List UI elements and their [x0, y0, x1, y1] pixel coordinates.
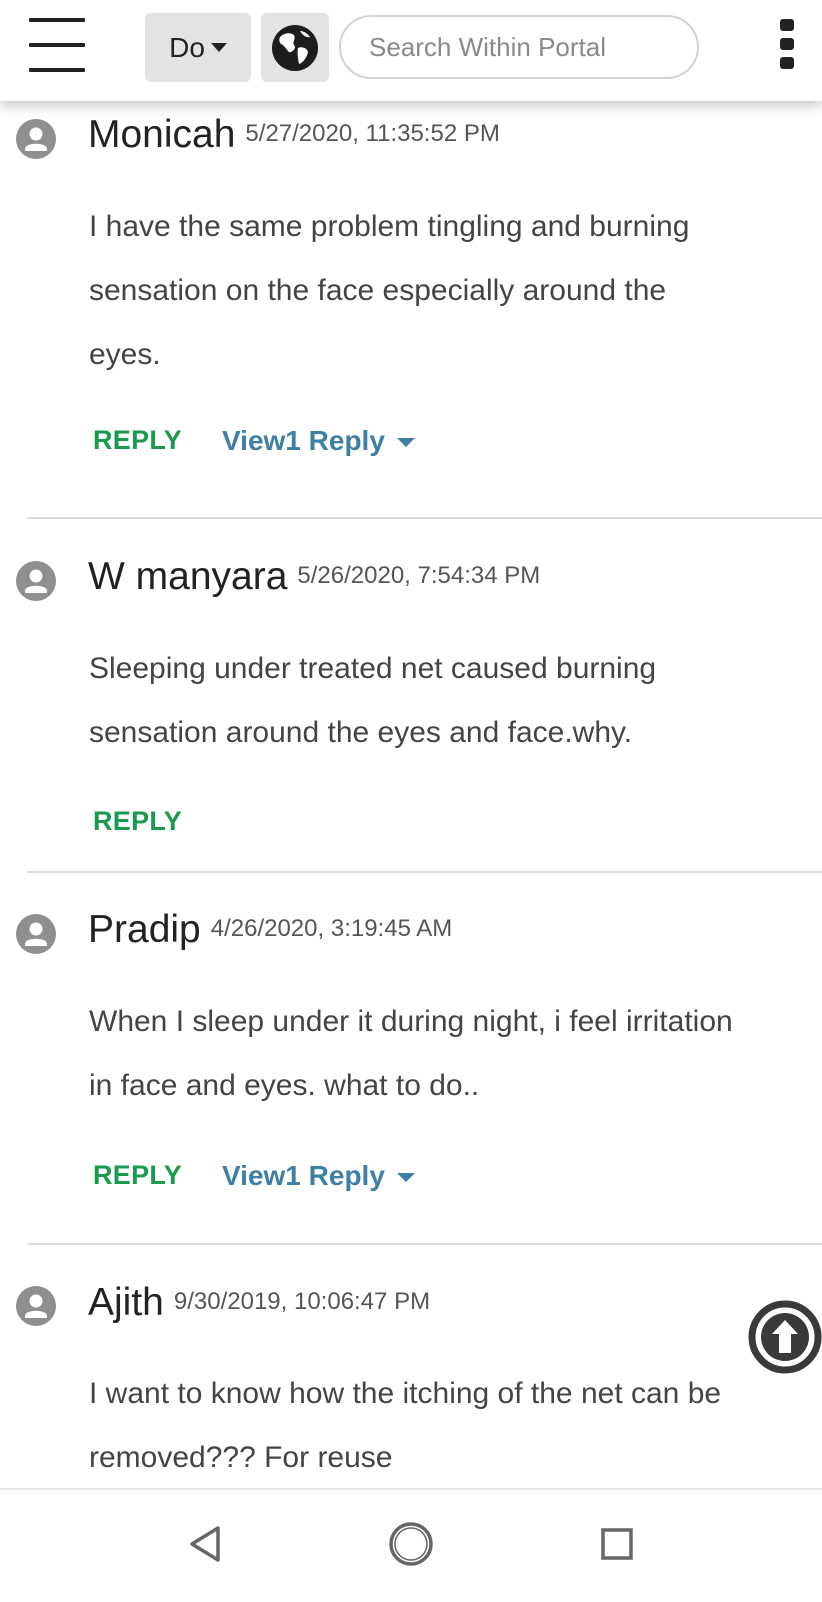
system-navigation-bar — [0, 1488, 822, 1602]
comment-date: 5/27/2020, 11:35:52 PM — [245, 120, 500, 147]
divider — [27, 871, 822, 873]
comment-line: sensation on the face especially around … — [89, 274, 667, 307]
comment-body: I want to know how the itching of the ne… — [89, 1362, 822, 1490]
comment-line: I want to know how the itching of the ne… — [89, 1377, 722, 1410]
view-replies-label: View1 Reply — [222, 1160, 385, 1191]
divider — [27, 1243, 822, 1245]
back-triangle-icon[interactable] — [178, 1516, 234, 1572]
hamburger-menu-icon[interactable] — [29, 18, 85, 72]
comment-body: I have the same problem tingling and bur… — [89, 195, 822, 387]
user-avatar-icon — [16, 561, 56, 601]
caret-down-icon — [396, 1173, 415, 1183]
comment-line: in face and eyes. what to do.. — [89, 1069, 480, 1102]
divider — [27, 517, 822, 519]
globe-icon — [272, 24, 318, 71]
comment-author: W manyara 5/26/2020, 7:54:34 PM — [88, 555, 540, 599]
comment-body: When I sleep under it during night, i fe… — [89, 990, 822, 1118]
globe-button[interactable] — [261, 13, 329, 82]
recent-apps-square-icon[interactable] — [589, 1516, 645, 1572]
comment-body: Sleeping under treated net caused burnin… — [89, 637, 822, 765]
search-input[interactable] — [339, 15, 699, 79]
comment-date: 9/30/2019, 10:06:47 PM — [173, 1288, 431, 1315]
language-dropdown-button[interactable]: Do — [145, 13, 251, 82]
view-replies-button[interactable]: View1 Reply — [222, 425, 415, 457]
author-name: Ajith — [88, 1281, 164, 1324]
user-avatar-icon — [16, 119, 56, 159]
home-circle-icon[interactable] — [383, 1516, 439, 1572]
chevron-down-icon — [210, 43, 227, 52]
user-avatar-icon — [16, 914, 56, 954]
comment-line: removed??? For reuse — [89, 1441, 393, 1474]
author-name: Pradip — [88, 908, 201, 951]
reply-button[interactable]: REPLY — [93, 1160, 182, 1191]
comment-line: When I sleep under it during night, i fe… — [89, 1005, 733, 1038]
comment-date: 5/26/2020, 7:54:34 PM — [297, 562, 541, 589]
comment-line: sensation around the eyes and face.why. — [89, 716, 633, 749]
author-name: W manyara — [88, 555, 288, 598]
arrow-up-circle-icon[interactable] — [748, 1300, 822, 1374]
author-name: Monicah — [88, 113, 236, 156]
comment-line: eyes. — [89, 338, 161, 371]
view-replies-label: View1 Reply — [222, 425, 385, 456]
comment-author: Pradip 4/26/2020, 3:19:45 AM — [88, 908, 452, 952]
comment-line: I have the same problem tingling and bur… — [89, 210, 690, 243]
comment-author: Ajith 9/30/2019, 10:06:47 PM — [88, 1281, 430, 1325]
comment-line: Sleeping under treated net caused burnin… — [89, 652, 657, 685]
reply-button[interactable]: REPLY — [93, 806, 182, 837]
view-replies-button[interactable]: View1 Reply — [222, 1160, 415, 1192]
top-header: Do — [0, 0, 822, 101]
user-avatar-icon — [16, 1286, 56, 1326]
comment-author: Monicah 5/27/2020, 11:35:52 PM — [88, 113, 500, 157]
caret-down-icon — [396, 438, 415, 448]
reply-button[interactable]: REPLY — [93, 425, 182, 456]
language-label: Do — [169, 31, 205, 63]
kebab-menu-icon[interactable] — [780, 19, 796, 69]
comment-date: 4/26/2020, 3:19:45 AM — [210, 915, 453, 942]
